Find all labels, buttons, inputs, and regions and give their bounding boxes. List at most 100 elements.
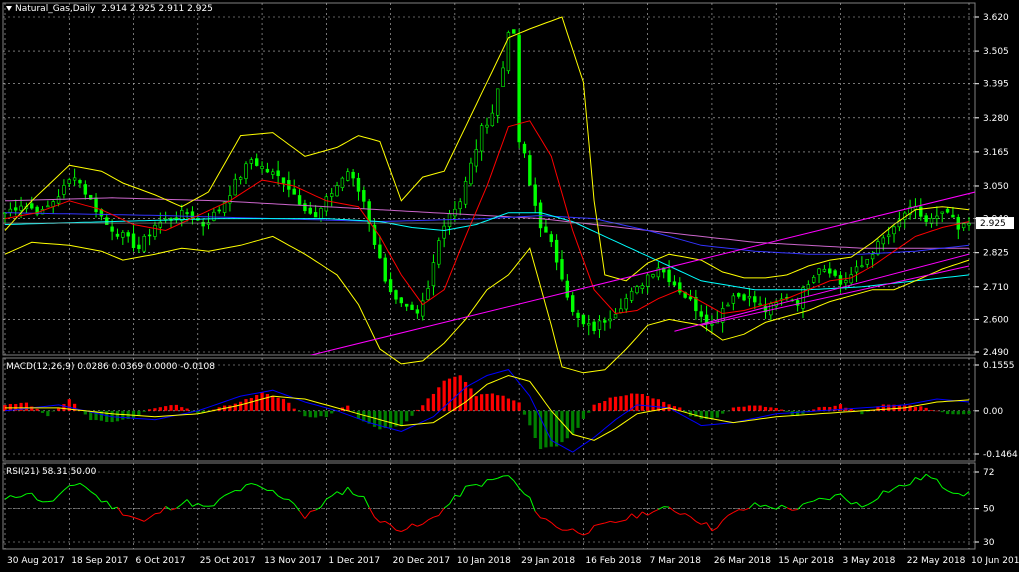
rsi-segment [160,506,165,512]
rsi-segment [755,503,760,507]
rsi-segment [101,501,106,502]
x-tick-label: 29 Jan 2018 [521,556,575,566]
candle-body [416,310,419,314]
rsi-segment [648,512,653,515]
macd-hist-bar-positive [496,395,499,411]
candle-body [812,277,815,282]
triangle-down-icon[interactable] [6,6,12,11]
macd-hist-bar-positive [180,407,183,411]
macd-hist-bar-positive [421,405,424,411]
rsi-segment [380,521,385,522]
macd-hist-bar-negative [582,411,585,419]
rsi-segment [433,515,438,517]
candle-body [619,309,622,313]
macd-hist-bar-positive [501,396,504,411]
candle-body [743,295,746,300]
candle-body [550,234,553,241]
rsi-segment [5,496,10,500]
rsi-segment [814,498,819,501]
y-tick-label: 2.600 [983,315,1009,325]
candle-body [63,185,66,194]
macd-hist-bar-positive [153,408,156,411]
macd-hist-bar-negative [528,411,531,425]
candle-body [614,314,617,318]
rsi-segment [273,490,278,496]
macd-hist-bar-positive [919,406,922,411]
rsi-segment [760,505,765,506]
rsi-segment [498,476,503,478]
x-tick-label: 18 Sep 2017 [71,556,128,566]
macd-hist-bar-positive [635,394,638,411]
rsi-segment [80,483,85,487]
rsi-segment [551,523,556,528]
rsi-segment [899,485,904,486]
macd-hist-bar-positive [448,379,451,411]
macd-y-tick-label: -0.1464 [983,450,1018,460]
macd-hist-bar-positive [742,407,745,411]
macd-hist-bar-negative [571,411,574,434]
candle-body [57,197,60,203]
candle-body [689,297,692,299]
rsi-segment [246,484,251,485]
macd-hist-bar-positive [485,394,488,411]
rsi-segment [921,474,926,480]
rsi-segment [85,487,90,492]
rsi-segment [471,484,476,485]
rsi-segment [846,499,851,504]
macd-hist-bar-positive [159,407,162,411]
macd-hist-bar-positive [244,399,247,411]
candle-body [561,259,564,279]
rsi-segment [616,521,621,522]
macd-hist-bar-positive [775,408,778,411]
rsi-segment [723,515,728,520]
rsi-segment [765,505,770,507]
rsi-segment [117,507,122,515]
rsi-segment [728,512,733,515]
macd-hist-bar-positive [469,388,472,410]
macd-hist-bar-negative [951,411,954,414]
candle-body [566,281,569,297]
rsi-segment [417,524,422,526]
rsi-segment [375,517,380,522]
candle-body [378,245,381,258]
rsi-y-tick-label: 30 [983,538,995,548]
macd-hist-bar-positive [234,404,237,411]
rsi-segment [401,529,406,531]
rsi-segment [91,492,96,496]
rsi-segment [878,491,883,499]
trading-chart[interactable]: 30 Aug 201718 Sep 20176 Oct 201725 Oct 2… [0,0,1019,569]
y-tick-label: 3.280 [983,114,1009,124]
candle-body [759,304,762,305]
rsi-segment [541,518,546,519]
macd-hist-bar-negative [716,411,719,418]
rsi-segment [578,533,583,535]
macd-hist-bar-positive [169,405,172,411]
rsi-segment [214,499,219,505]
x-tick-label: 25 Oct 2017 [200,556,256,566]
candle-body [255,159,258,166]
candle-body [919,207,922,217]
candle-body [330,193,333,196]
candle-body [807,285,810,289]
macd-hist-bar-positive [759,405,762,410]
candle-body [518,35,521,142]
macd-hist-bar-negative [576,411,579,428]
rsi-segment [450,495,455,504]
macd-hist-bar-positive [239,402,242,411]
candle-body [464,181,467,204]
rsi-segment [262,488,267,491]
candle-body [593,322,596,331]
candle-body [528,155,531,185]
candle-body [893,227,896,234]
candle-body [14,208,17,210]
rsi-segment [385,521,390,524]
rsi-segment [139,519,144,521]
rsi-segment [664,507,669,508]
macd-y-tick-label: 0.00 [983,407,1003,417]
candle-body [860,266,863,267]
rsi-segment [519,488,524,494]
chart-canvas[interactable]: 30 Aug 201718 Sep 20176 Oct 201725 Oct 2… [0,0,1019,569]
candle-body [346,172,349,181]
x-tick-label: 7 Mar 2018 [650,556,702,566]
rsi-segment [21,494,26,497]
